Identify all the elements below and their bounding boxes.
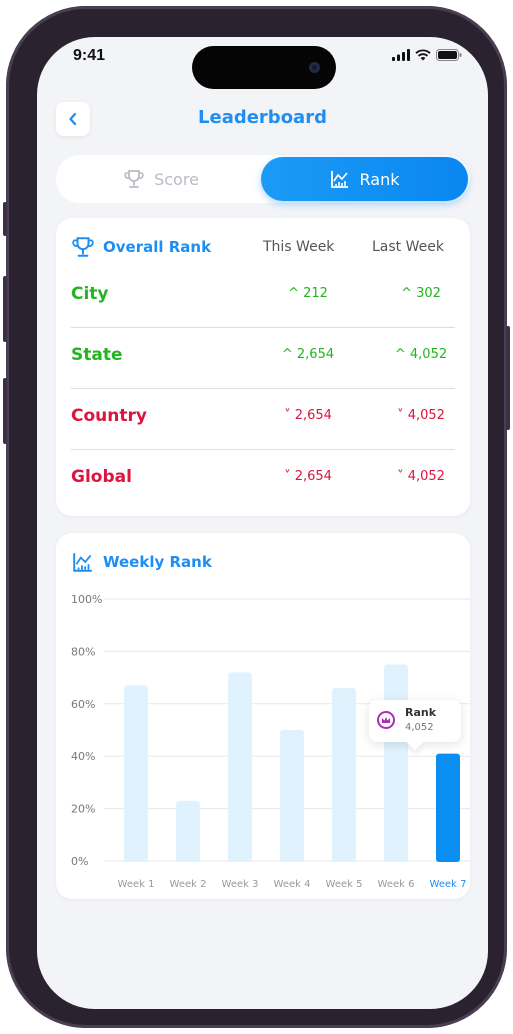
- x-tick-label: Week 4: [274, 879, 311, 890]
- trend-down-icon: ˅: [284, 469, 291, 484]
- x-tick-label: Week 5: [326, 879, 363, 890]
- this-week-number: 2,654: [294, 408, 332, 423]
- this-week-value: ˅ 2,654: [268, 408, 348, 423]
- last-week-number: 4,052: [409, 347, 448, 362]
- chart-tooltip: Rank 4,052: [369, 700, 461, 742]
- signal-icon: [392, 49, 410, 61]
- battery-icon: [436, 49, 462, 61]
- rank-row-label: State: [71, 345, 123, 365]
- last-week-value: ˅ 4,052: [381, 469, 461, 484]
- status-bar: 9:41: [37, 37, 488, 89]
- y-tick-label: 80%: [71, 645, 95, 658]
- y-tick-label: 20%: [71, 803, 95, 816]
- this-week-value: ˅ 2,654: [268, 469, 348, 484]
- rank-row-label: City: [71, 284, 109, 304]
- last-week-number: 302: [416, 286, 441, 301]
- overall-rank-card: Overall Rank This Week Last Week City ^ 2…: [56, 218, 470, 516]
- page-title: Leaderboard: [198, 107, 327, 128]
- trophy-icon: [72, 237, 94, 257]
- trend-down-icon: ˅: [397, 469, 404, 484]
- col-this-week: This Week: [263, 239, 335, 255]
- dynamic-island: [192, 46, 336, 89]
- y-tick-label: 0%: [71, 855, 88, 868]
- bar-week-6[interactable]: [384, 664, 408, 863]
- tab-rank[interactable]: Rank: [261, 157, 468, 201]
- overall-rank-title: Overall Rank: [103, 238, 212, 256]
- tab-rank-label: Rank: [359, 169, 400, 189]
- status-time: 9:41: [73, 47, 106, 64]
- x-tick-label: Week 2: [170, 879, 207, 890]
- rank-row-label: Country: [71, 406, 147, 426]
- rank-row-global: Global ˅ 2,654 ˅ 4,052: [71, 449, 455, 510]
- y-tick-label: 100%: [71, 593, 102, 606]
- col-last-week: Last Week: [372, 239, 444, 255]
- screen: 9:41 Leaderboard Score Rank Overall Rank…: [37, 37, 488, 1009]
- tooltip-value: 4,052: [405, 722, 434, 733]
- tab-score[interactable]: Score: [58, 157, 265, 201]
- wifi-icon: [415, 49, 431, 61]
- x-tick-label: Week 6: [378, 879, 415, 890]
- this-week-number: 212: [303, 286, 328, 301]
- rank-row-country: Country ˅ 2,654 ˅ 4,052: [71, 388, 455, 449]
- x-tick-label: Week 7: [430, 879, 467, 890]
- trend-down-icon: ˅: [397, 408, 404, 423]
- bar-week-2[interactable]: [176, 800, 200, 862]
- this-week-value: ^ 2,654: [268, 347, 348, 362]
- last-week-value: ^ 302: [381, 286, 461, 301]
- header: Leaderboard: [37, 99, 488, 139]
- rank-row-city: City ^ 212 ^ 302: [71, 266, 455, 327]
- last-week-value: ˅ 4,052: [381, 408, 461, 423]
- this-week-number: 2,654: [296, 347, 335, 362]
- chart-icon: [330, 171, 348, 188]
- y-tick-label: 60%: [71, 698, 95, 711]
- trend-down-icon: ˅: [284, 408, 291, 423]
- y-tick-label: 40%: [71, 750, 95, 763]
- trend-up-icon: ^: [394, 347, 406, 362]
- bar-week-7[interactable]: [436, 753, 460, 862]
- this-week-value: ^ 212: [268, 286, 348, 301]
- tooltip-title: Rank: [405, 706, 437, 719]
- trend-up-icon: ^: [401, 286, 412, 301]
- last-week-value: ^ 4,052: [381, 347, 461, 362]
- trend-up-icon: ^: [288, 286, 299, 301]
- last-week-number: 4,052: [407, 408, 445, 423]
- camera-icon: [309, 62, 320, 73]
- crown-icon: [377, 711, 395, 729]
- x-tick-label: Week 1: [118, 879, 155, 890]
- bar-week-4[interactable]: [280, 730, 304, 862]
- tab-score-label: Score: [154, 169, 199, 189]
- volume-up-button: [3, 276, 7, 342]
- this-week-number: 2,654: [294, 469, 332, 484]
- status-icons: [392, 49, 462, 61]
- rank-row-state: State ^ 2,654 ^ 4,052: [71, 327, 455, 388]
- bar-week-1[interactable]: [124, 685, 148, 862]
- bar-week-3[interactable]: [228, 672, 252, 862]
- x-tick-label: Week 3: [222, 879, 259, 890]
- trend-up-icon: ^: [281, 347, 293, 362]
- volume-down-button: [3, 378, 7, 444]
- weekly-rank-card: Weekly Rank 0% 20% 40% 60% 80% 100% Week 1 Week…: [56, 533, 470, 899]
- phone-frame: 9:41 Leaderboard Score Rank Overall Rank…: [3, 6, 510, 1028]
- power-button: [506, 326, 510, 430]
- bar-week-5[interactable]: [332, 688, 356, 862]
- trophy-icon: [124, 170, 144, 188]
- tab-switcher: Score Rank: [56, 155, 470, 203]
- overall-rank-header: Overall Rank: [72, 236, 211, 258]
- rank-row-label: Global: [71, 467, 132, 487]
- last-week-number: 4,052: [407, 469, 445, 484]
- mute-switch: [3, 202, 7, 236]
